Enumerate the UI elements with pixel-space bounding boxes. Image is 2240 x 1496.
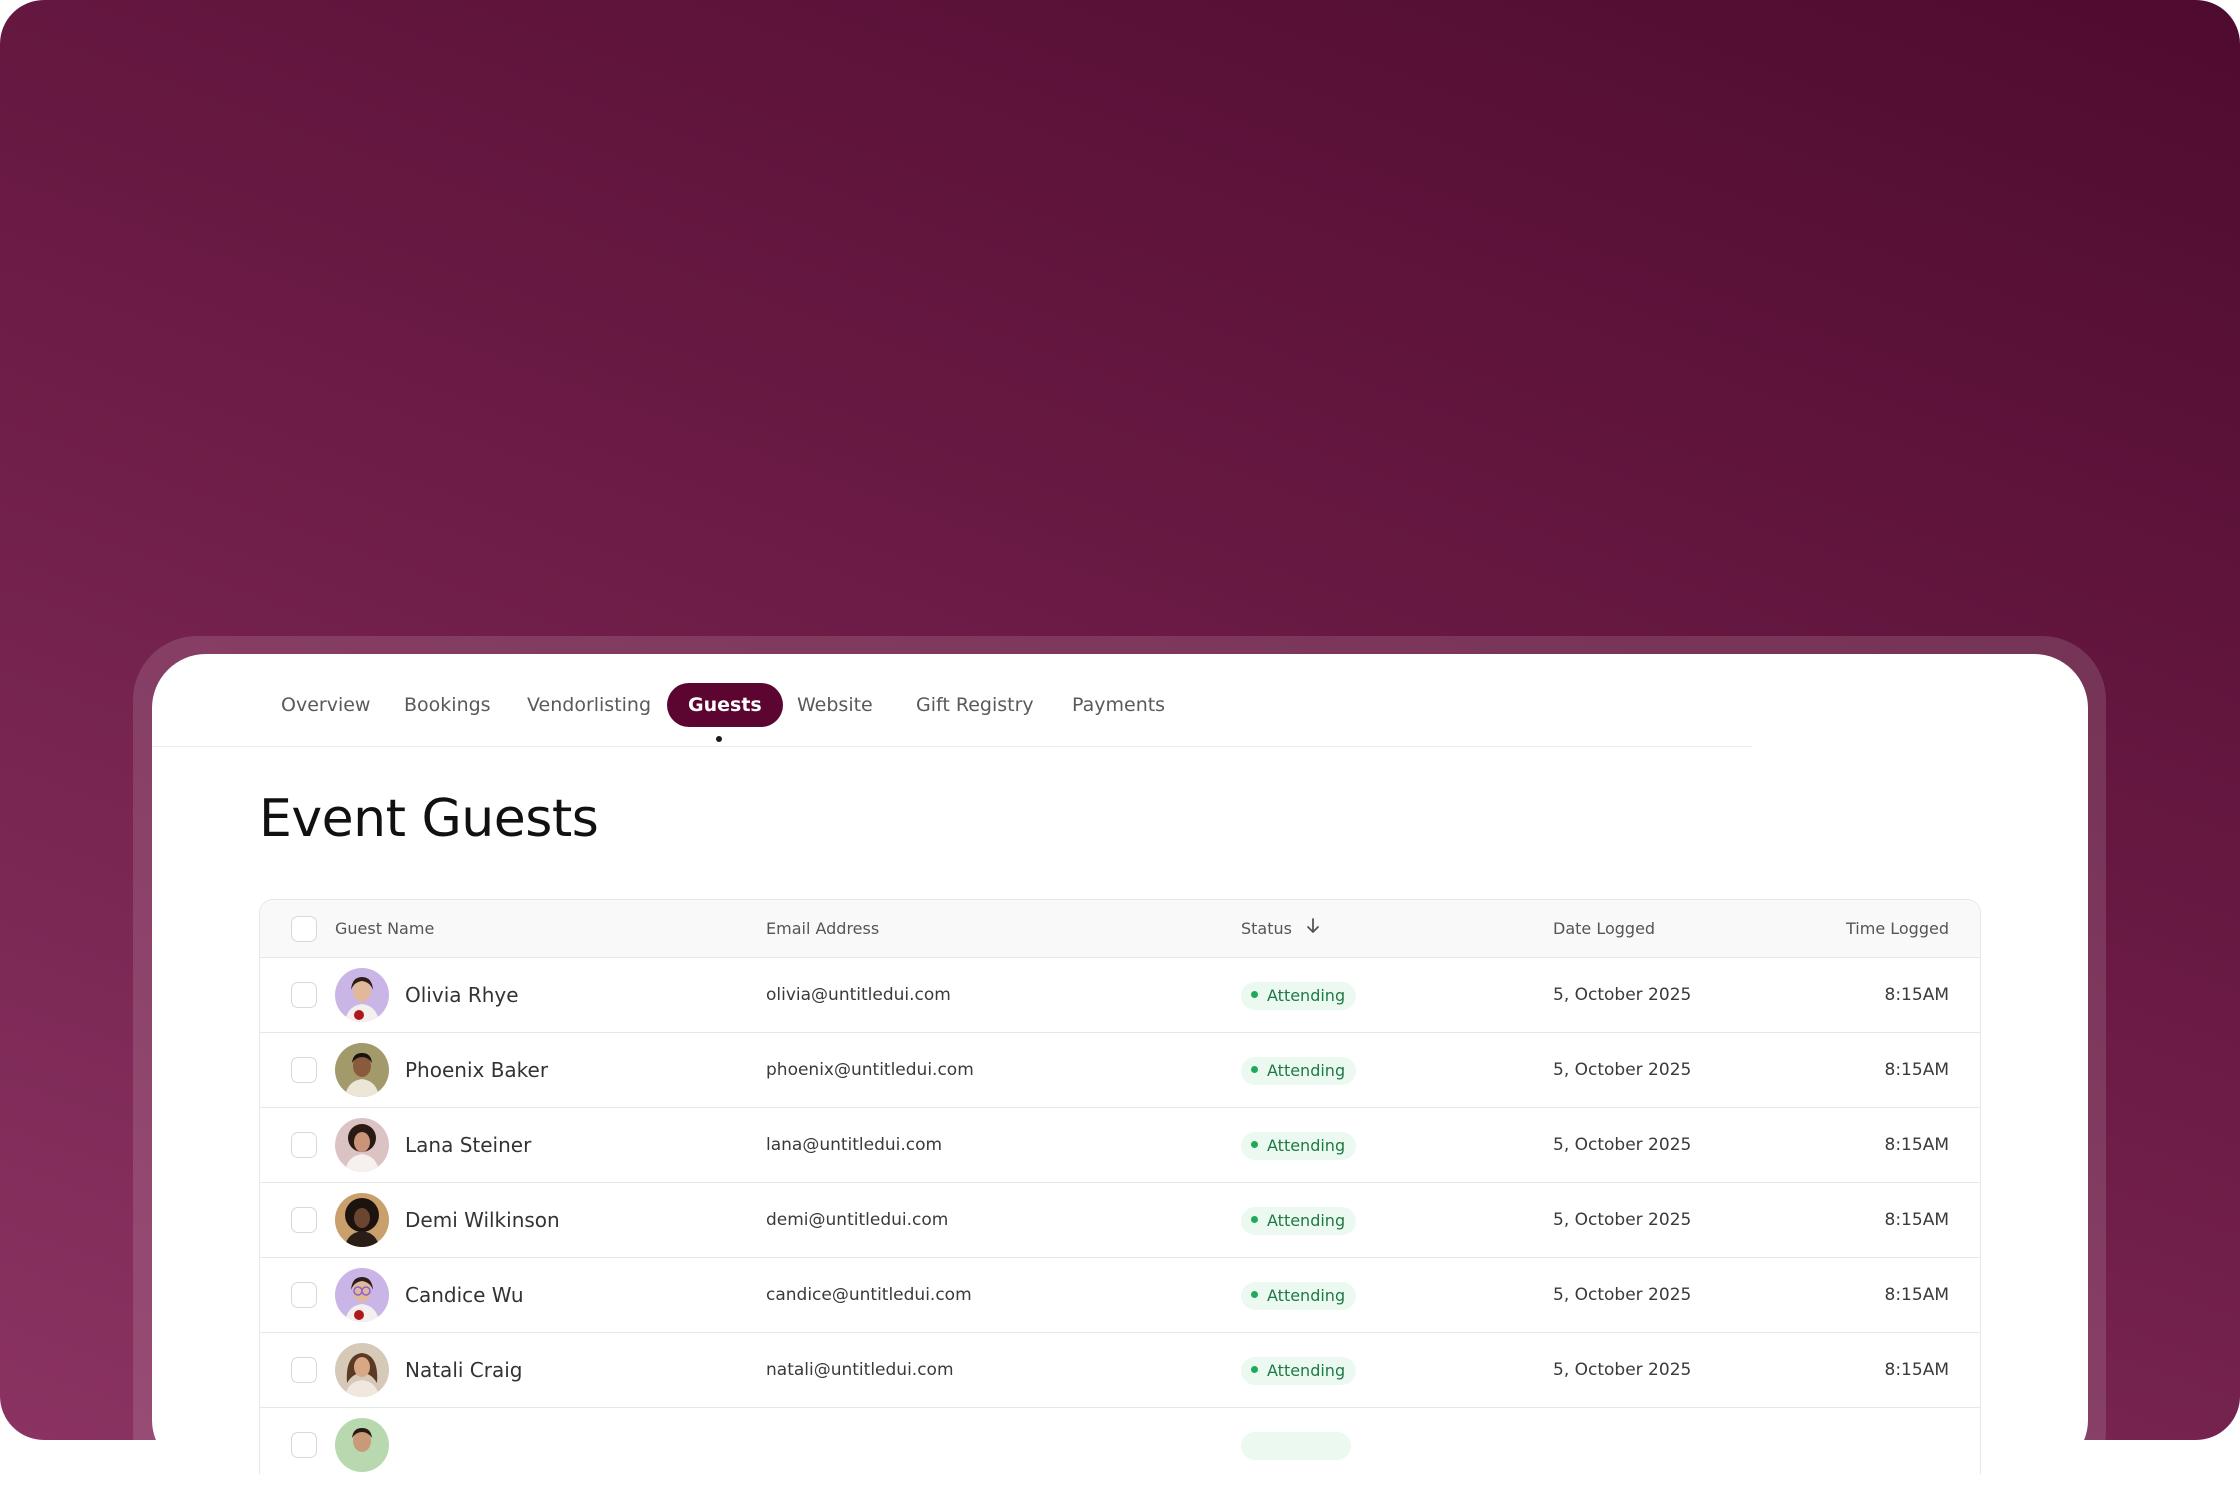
guests-table: Guest Name Email Address Status Date Log… <box>259 899 1981 1474</box>
table-row[interactable]: Lana Steiner lana@untitledui.com Attendi… <box>260 1108 1980 1183</box>
time-logged: 8:15AM <box>1884 1285 1949 1305</box>
avatar <box>335 1193 389 1247</box>
avatar <box>335 968 389 1022</box>
tab-bookings[interactable]: Bookings <box>404 683 491 727</box>
avatar <box>335 1418 389 1472</box>
time-logged: 8:15AM <box>1884 1060 1949 1080</box>
table-row-partial[interactable] <box>260 1408 1980 1474</box>
avatar <box>335 1118 389 1172</box>
status-dot <box>1251 1066 1258 1073</box>
row-checkbox[interactable] <box>291 1057 317 1083</box>
tab-gift-registry[interactable]: Gift Registry <box>916 683 1034 727</box>
select-all-checkbox[interactable] <box>291 916 317 942</box>
time-logged: 8:15AM <box>1884 1210 1949 1230</box>
tab-overview[interactable]: Overview <box>281 683 370 727</box>
status-badge: Attending <box>1241 1282 1357 1310</box>
date-logged: 5, October 2025 <box>1553 1360 1692 1380</box>
status-badge: Attending <box>1241 982 1357 1010</box>
status-badge: Attending <box>1241 1057 1357 1085</box>
avatar <box>335 1343 389 1397</box>
guest-email: olivia@untitledui.com <box>766 985 951 1005</box>
status-label: Attending <box>1267 1361 1346 1380</box>
status-badge: Attending <box>1241 1357 1357 1385</box>
table-row[interactable]: Phoenix Baker phoenix@untitledui.com Att… <box>260 1033 1980 1108</box>
guest-name: Natali Craig <box>405 1358 523 1382</box>
tab-bar: Overview Bookings Vendorlisting Guests W… <box>152 654 1752 747</box>
app-window: Overview Bookings Vendorlisting Guests W… <box>152 654 2088 1474</box>
guest-name: Demi Wilkinson <box>405 1208 560 1232</box>
status-badge: Attending <box>1241 1207 1357 1235</box>
tab-payments[interactable]: Payments <box>1072 683 1165 727</box>
date-logged: 5, October 2025 <box>1553 1060 1692 1080</box>
avatar <box>335 1043 389 1097</box>
guest-email: lana@untitledui.com <box>766 1135 943 1155</box>
arrow-down-icon <box>1305 901 1321 959</box>
date-logged: 5, October 2025 <box>1553 985 1692 1005</box>
guest-email: natali@untitledui.com <box>766 1360 954 1380</box>
page-title: Event Guests <box>259 789 599 849</box>
row-checkbox[interactable] <box>291 1207 317 1233</box>
status-label: Attending <box>1267 986 1346 1005</box>
status-dot <box>1251 1366 1258 1373</box>
status-dot <box>1251 1291 1258 1298</box>
row-checkbox[interactable] <box>291 982 317 1008</box>
status-badge <box>1241 1432 1351 1460</box>
status-dot <box>1251 1216 1258 1223</box>
guest-name: Phoenix Baker <box>405 1058 549 1082</box>
status-label: Attending <box>1267 1061 1346 1080</box>
avatar <box>335 1268 389 1322</box>
guest-name: Olivia Rhye <box>405 983 519 1007</box>
guest-email: candice@untitledui.com <box>766 1285 972 1305</box>
row-checkbox[interactable] <box>291 1357 317 1383</box>
tab-website[interactable]: Website <box>797 683 873 727</box>
column-header-email: Email Address <box>766 919 880 938</box>
status-dot <box>1251 991 1258 998</box>
table-row[interactable]: Natali Craig natali@untitledui.com Atten… <box>260 1333 1980 1408</box>
table-row[interactable]: Olivia Rhye olivia@untitledui.com Attend… <box>260 958 1980 1033</box>
tab-vendorlisting[interactable]: Vendorlisting <box>527 683 651 727</box>
active-tab-indicator <box>716 736 722 742</box>
row-checkbox[interactable] <box>291 1432 317 1458</box>
tab-guests[interactable]: Guests <box>667 683 783 727</box>
column-header-guest-name: Guest Name <box>335 919 435 938</box>
status-badge: Attending <box>1241 1132 1357 1160</box>
row-checkbox[interactable] <box>291 1132 317 1158</box>
guest-email: phoenix@untitledui.com <box>766 1060 974 1080</box>
column-header-status[interactable]: Status <box>1241 900 1321 958</box>
guest-name: Lana Steiner <box>405 1133 532 1157</box>
status-label: Attending <box>1267 1136 1346 1155</box>
time-logged: 8:15AM <box>1884 1135 1949 1155</box>
table-row[interactable]: Demi Wilkinson demi@untitledui.com Atten… <box>260 1183 1980 1258</box>
table-header: Guest Name Email Address Status Date Log… <box>260 900 1980 958</box>
status-label: Attending <box>1267 1211 1346 1230</box>
row-checkbox[interactable] <box>291 1282 317 1308</box>
table-row[interactable]: Candice Wu candice@untitledui.com Attend… <box>260 1258 1980 1333</box>
column-header-status-label: Status <box>1241 919 1292 938</box>
column-header-time: Time Logged <box>1846 919 1949 938</box>
date-logged: 5, October 2025 <box>1553 1285 1692 1305</box>
guest-name: Candice Wu <box>405 1283 524 1307</box>
time-logged: 8:15AM <box>1884 985 1949 1005</box>
date-logged: 5, October 2025 <box>1553 1135 1692 1155</box>
status-label: Attending <box>1267 1286 1346 1305</box>
date-logged: 5, October 2025 <box>1553 1210 1692 1230</box>
time-logged: 8:15AM <box>1884 1360 1949 1380</box>
guest-email: demi@untitledui.com <box>766 1210 949 1230</box>
status-dot <box>1251 1141 1258 1148</box>
column-header-date: Date Logged <box>1553 919 1656 938</box>
